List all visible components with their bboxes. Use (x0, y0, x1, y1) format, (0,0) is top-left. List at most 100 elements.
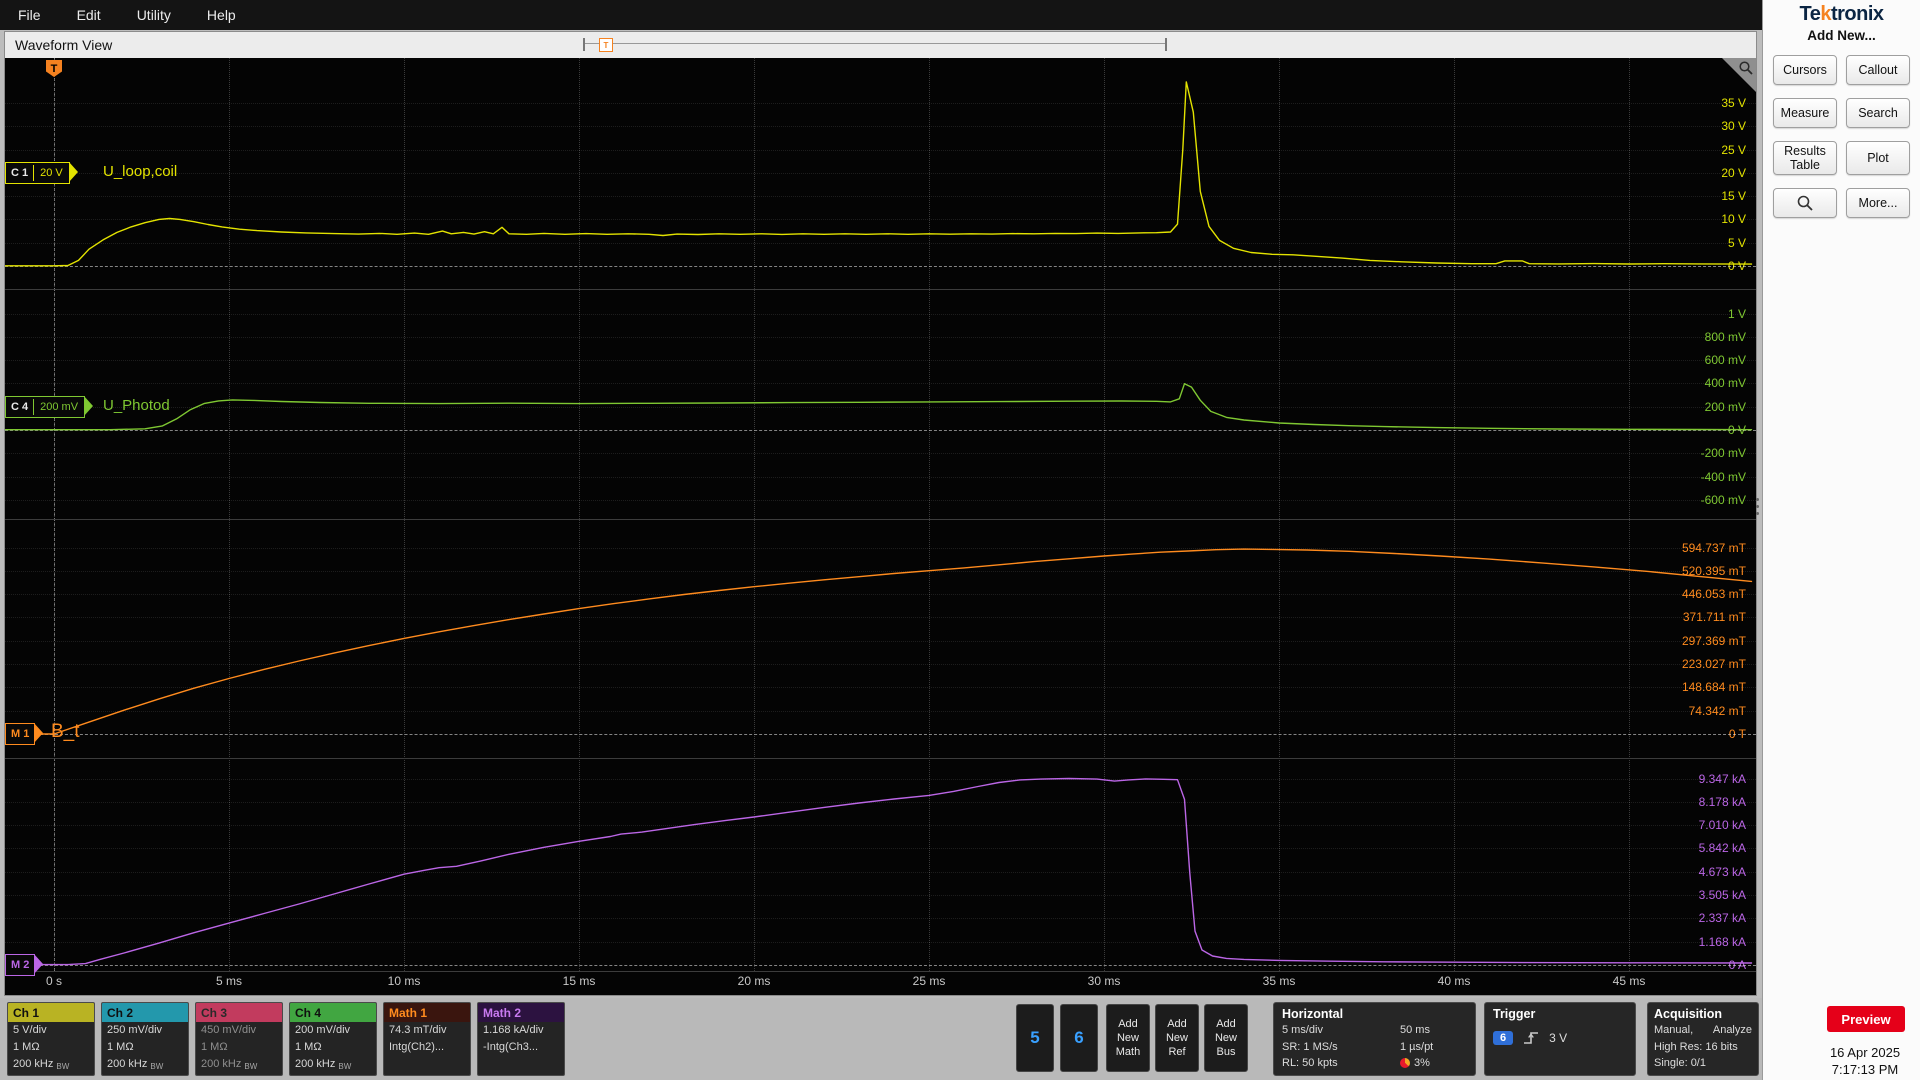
badge-line: 1 MΩ (13, 1041, 40, 1053)
time-label: 7:17:13 PM (1831, 1062, 1899, 1077)
badge-line: 1 MΩ (107, 1041, 134, 1053)
badge-header: Ch 4 (290, 1003, 376, 1022)
math2-badge[interactable]: Math 2 1.168 kA/div -Intg(Ch3... (477, 1002, 565, 1076)
bandwidth-indicator: BW (244, 1062, 258, 1071)
more-button[interactable]: More... (1846, 188, 1910, 218)
right-panel: Tektronix Add New... Cursors Callout Measu… (1762, 0, 1920, 1080)
x-axis-label: 15 ms (562, 974, 596, 988)
badge-line: 1 MΩ (295, 1041, 322, 1053)
badge-header: Ch 1 (8, 1003, 94, 1022)
badge-header: Math 2 (478, 1003, 564, 1022)
panel-button-grid: Cursors Callout Measure Search Results Table… (1763, 55, 1920, 218)
math1-badge[interactable]: Math 1 74.3 mT/div Intg(Ch2)... (383, 1002, 471, 1076)
badge-header: Math 1 (384, 1003, 470, 1022)
channel-slot-6[interactable]: 6 (1060, 1004, 1098, 1072)
x-axis-label: 45 ms (1612, 974, 1646, 988)
compress-percent: 3% (1414, 1057, 1430, 1069)
badge-bandwidth-line: 200 kHz BW (295, 1058, 352, 1071)
ch4-handle-badge[interactable]: C 4 200 mV (5, 395, 94, 418)
horizontal-panel[interactable]: Horizontal 5 ms/div 50 ms SR: 1 MS/s 1 µs/… (1273, 1002, 1476, 1076)
badge-channel-label: M 1 (11, 728, 30, 740)
badge-scale-label: 20 V (33, 164, 69, 181)
acquisition-analyze: Analyze (1712, 1024, 1752, 1036)
measure-button[interactable]: Measure (1773, 98, 1837, 128)
x-axis-label: 5 ms (215, 974, 243, 988)
x-axis-label: 35 ms (1262, 974, 1296, 988)
waveform-plot-area[interactable]: T 0 s5 ms 10 ms 15 ms 20 ms 25 ms 30 ms 35 ms 4… (5, 58, 1756, 995)
datetime-display: 16 Apr 2025 7:17:13 PM (1813, 1044, 1917, 1078)
record-trigger-icon: T (599, 38, 613, 52)
tektronix-logo: Tektronix (1799, 3, 1884, 25)
add-new-math-button[interactable]: Add New Math (1106, 1004, 1150, 1072)
add-new-heading: Add New... (1807, 28, 1876, 43)
time-per-point: 1 µs/pt (1400, 1040, 1434, 1053)
badge-header: Ch 3 (196, 1003, 282, 1022)
menu-help[interactable]: Help (207, 7, 236, 23)
search-button[interactable]: Search (1846, 98, 1910, 128)
badge-line: 450 mV/div (201, 1024, 257, 1036)
zoom-select-icon (1797, 195, 1813, 211)
ch1-badge[interactable]: Ch 1 5 V/div 1 MΩ 200 kHz BW (7, 1002, 95, 1076)
plot-button[interactable]: Plot (1846, 141, 1910, 175)
ch4-badge[interactable]: Ch 4 200 mV/div 1 MΩ 200 kHz BW (289, 1002, 377, 1076)
menu-utility[interactable]: Utility (137, 7, 171, 23)
trigger-level: 3 V (1549, 1031, 1568, 1045)
bandwidth-indicator: BW (56, 1062, 70, 1071)
badge-channel-label: C 4 (11, 400, 29, 413)
badge-line: 74.3 mT/div (389, 1024, 447, 1036)
settings-bar: Horizontal 5 ms/div 50 ms SR: 1 MS/s 1 µs/… (0, 998, 1762, 1080)
results-table-button[interactable]: Results Table (1773, 141, 1837, 175)
add-new-bus-button[interactable]: Add New Bus (1204, 1004, 1248, 1072)
waveform-titlebar[interactable]: Waveform View T (5, 32, 1756, 59)
zoom-select-button[interactable] (1773, 188, 1837, 218)
badge-line: Intg(Ch2)... (389, 1041, 445, 1053)
add-new-ref-button[interactable]: Add New Ref (1155, 1004, 1199, 1072)
preview-button[interactable]: Preview (1827, 1006, 1905, 1032)
badge-line: 5 V/div (13, 1024, 47, 1036)
bandwidth-indicator: BW (150, 1062, 164, 1071)
ch4-waveform (5, 382, 1753, 431)
badge-header: Ch 2 (102, 1003, 188, 1022)
bandwidth-indicator: BW (338, 1062, 352, 1071)
date-label: 16 Apr 2025 (1829, 1045, 1901, 1060)
acquisition-mode: Manual, (1654, 1024, 1694, 1036)
math2-handle-badge[interactable]: M 2 (5, 954, 44, 976)
trigger-title: Trigger (1493, 1007, 1536, 1021)
trigger-source-badge: 6 (1493, 1031, 1514, 1045)
trigger-panel[interactable]: Trigger 6 3 V (1484, 1002, 1636, 1076)
menu-file[interactable]: File (18, 7, 41, 23)
record-view-scrollbar[interactable]: T (583, 38, 1167, 52)
waveform-view-title: Waveform View (15, 37, 113, 53)
acquisition-title: Acquisition (1654, 1007, 1723, 1021)
panel-splitter-handle[interactable] (1756, 498, 1760, 522)
acquisition-single: Single: 0/1 (1654, 1057, 1706, 1069)
badge-line: 1.168 kA/div (483, 1024, 544, 1036)
badge-line: 1 MΩ (201, 1041, 228, 1053)
ch1-waveform (5, 81, 1753, 267)
menu-edit[interactable]: Edit (77, 7, 101, 23)
cursors-button[interactable]: Cursors (1773, 55, 1837, 85)
slice-separator (5, 971, 1756, 972)
badge-bandwidth-line: 200 kHz BW (201, 1058, 258, 1071)
channel-slot-5[interactable]: 5 (1016, 1004, 1054, 1072)
badge-scale-label: 200 mV (33, 398, 84, 415)
rising-edge-icon (1524, 1032, 1539, 1044)
math1-waveform (5, 548, 1753, 735)
ch2-badge[interactable]: Ch 2 250 mV/div 1 MΩ 200 kHz BW (101, 1002, 189, 1076)
waveform-window: Waveform View T T 0 s 5 ms 10 ms 15 ms 20 ms… (4, 31, 1757, 996)
horizontal-title: Horizontal (1282, 1007, 1344, 1021)
ch1-handle-badge[interactable]: C 1 20 V (5, 161, 78, 184)
badge-bandwidth-line: 200 kHz BW (13, 1058, 70, 1071)
callout-button[interactable]: Callout (1846, 55, 1910, 85)
magnifier-icon (1739, 61, 1753, 75)
x-axis-label: 25 ms (912, 974, 946, 988)
record-length: RL: 50 kpts (1282, 1057, 1338, 1069)
math1-handle-badge[interactable]: M 1 (5, 723, 44, 745)
acquisition-panel[interactable]: Acquisition Manual, Analyze High Res: 16 … (1647, 1002, 1759, 1076)
badge-line: 200 mV/div (295, 1024, 351, 1036)
badge-line: 250 mV/div (107, 1024, 163, 1036)
x-axis-label: 10 ms (387, 974, 421, 988)
ch3-badge[interactable]: Ch 3 450 mV/div 1 MΩ 200 kHz BW (195, 1002, 283, 1076)
badge-channel-label: C 1 (11, 166, 29, 179)
horizontal-scale: 5 ms/div (1282, 1024, 1323, 1036)
